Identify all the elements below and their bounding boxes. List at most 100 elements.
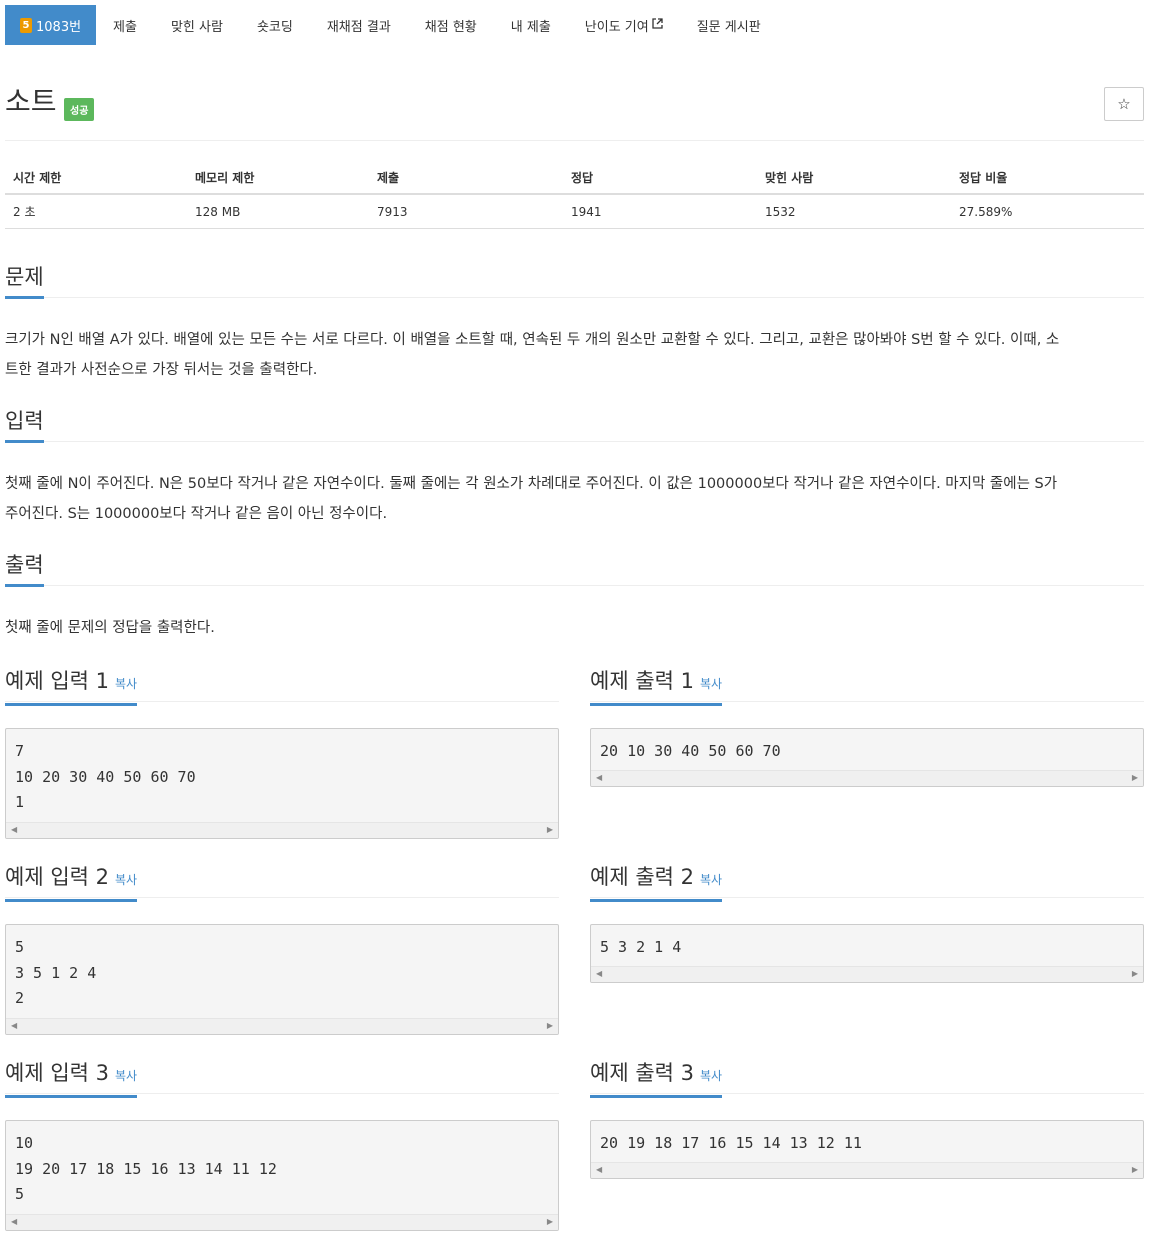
scroll-right-icon[interactable]: ▶ — [547, 1021, 553, 1030]
tab-status[interactable]: 채점 현황 — [408, 5, 494, 45]
horizontal-scrollbar[interactable]: ◀ ▶ — [591, 1162, 1143, 1178]
section-title: 문제 — [5, 262, 44, 299]
table-cell: 27.589% — [959, 204, 1013, 219]
table-header: 맞힌 사람 — [765, 171, 814, 185]
scroll-left-icon[interactable]: ◀ — [11, 1021, 17, 1030]
section-title: 출력 — [5, 550, 44, 587]
paragraph-line: 크기가 N인 배열 A가 있다. 배열에 있는 모든 수는 서로 다르다. 이 … — [5, 332, 1060, 348]
sample-title-text: 예제 입력 2 — [5, 865, 109, 889]
copy-button[interactable]: 복사 — [115, 677, 137, 691]
tab-rejudge[interactable]: 재채점 결과 — [310, 5, 408, 45]
scroll-left-icon[interactable]: ◀ — [596, 969, 602, 978]
sample-title: 예제 출력 2 복사 — [590, 862, 723, 902]
title-divider — [5, 140, 1144, 141]
table-header: 시간 제한 — [13, 171, 62, 185]
horizontal-scrollbar[interactable]: ◀ ▶ — [6, 1214, 558, 1230]
tab-board[interactable]: 질문 게시판 — [680, 5, 778, 45]
problem-tab-nav: 5 1083번 제출 맞힌 사람 숏코딩 재채점 결과 채점 현황 내 제출 난… — [5, 5, 778, 45]
tab-label: 1083번 — [36, 19, 82, 35]
sample-output-2-header: 예제 출력 2 복사 — [590, 862, 1144, 902]
table-cell: 2 초 — [13, 205, 36, 219]
tab-my-submissions[interactable]: 내 제출 — [494, 5, 568, 45]
tab-submit[interactable]: 제출 — [96, 5, 154, 45]
horizontal-scrollbar[interactable]: ◀ ▶ — [6, 822, 558, 838]
sample-input-2[interactable]: 5 3 5 1 2 4 2 ◀ ▶ — [5, 924, 559, 1035]
tab-short-coding[interactable]: 숏코딩 — [240, 5, 310, 45]
copy-button[interactable]: 복사 — [115, 1069, 137, 1083]
sample-title-text: 예제 입력 3 — [5, 1061, 109, 1085]
table-cell: 1941 — [571, 204, 602, 219]
tab-difficulty[interactable]: 난이도 기여 — [568, 5, 680, 45]
input-description: 첫째 줄에 N이 주어진다. N은 50보다 작거나 같은 자연수이다. 둘째 … — [5, 469, 1140, 529]
sample-title: 예제 입력 2 복사 — [5, 862, 138, 902]
horizontal-scrollbar[interactable]: ◀ ▶ — [591, 770, 1143, 786]
section-title: 입력 — [5, 406, 44, 443]
problem-description: 크기가 N인 배열 A가 있다. 배열에 있는 모든 수는 서로 다르다. 이 … — [5, 325, 1140, 385]
scroll-right-icon[interactable]: ▶ — [547, 1217, 553, 1226]
tab-label: 난이도 기여 — [584, 19, 649, 35]
tab-solved-users[interactable]: 맞힌 사람 — [154, 5, 240, 45]
scroll-right-icon[interactable]: ▶ — [1132, 773, 1138, 782]
table-header: 제출 — [377, 171, 400, 185]
external-link-icon — [652, 18, 663, 32]
paragraph-line: 첫째 줄에 문제의 정답을 출력한다. — [5, 620, 215, 636]
table-cell: 128 MB — [195, 204, 241, 219]
paragraph-line: 트한 결과가 사전순으로 가장 뒤서는 것을 출력한다. — [5, 362, 318, 378]
sample-title: 예제 출력 1 복사 — [590, 666, 723, 706]
sample-input-1[interactable]: 7 10 20 30 40 50 60 70 1 ◀ ▶ — [5, 728, 559, 839]
status-badge: 성공 — [64, 98, 95, 121]
input-section-header: 입력 — [5, 406, 1144, 443]
copy-button[interactable]: 복사 — [700, 677, 722, 691]
copy-button[interactable]: 복사 — [115, 873, 137, 887]
sample-title: 예제 입력 3 복사 — [5, 1058, 138, 1098]
tab-problem[interactable]: 5 1083번 — [5, 5, 97, 45]
sample-output-2[interactable]: 5 3 2 1 4 ◀ ▶ — [590, 924, 1144, 983]
table-header-row: 시간 제한 메모리 제한 제출 정답 맞힌 사람 정답 비율 — [5, 162, 1144, 195]
copy-button[interactable]: 복사 — [700, 873, 722, 887]
paragraph-line: 주어진다. S는 1000000보다 작거나 같은 음이 아닌 정수이다. — [5, 506, 388, 522]
sample-output-3[interactable]: 20 19 18 17 16 15 14 13 12 11 ◀ ▶ — [590, 1120, 1144, 1179]
sample-input-2-header: 예제 입력 2 복사 — [5, 862, 559, 902]
table-cell: 1532 — [765, 204, 796, 219]
sample-output-1-header: 예제 출력 1 복사 — [590, 666, 1144, 706]
paragraph-line: 첫째 줄에 N이 주어진다. N은 50보다 작거나 같은 자연수이다. 둘째 … — [5, 476, 1058, 492]
table-header: 정답 비율 — [959, 171, 1008, 185]
table-header: 정답 — [571, 171, 594, 185]
sample-input-3-header: 예제 입력 3 복사 — [5, 1058, 559, 1098]
horizontal-scrollbar[interactable]: ◀ ▶ — [591, 966, 1143, 982]
table-cell: 7913 — [377, 204, 408, 219]
sample-output-1[interactable]: 20 10 30 40 50 60 70 ◀ ▶ — [590, 728, 1144, 787]
sample-code: 7 10 20 30 40 50 60 70 1 — [15, 742, 196, 811]
scroll-right-icon[interactable]: ▶ — [547, 825, 553, 834]
favorite-star-button[interactable]: ☆ — [1104, 87, 1144, 121]
sample-title: 예제 입력 1 복사 — [5, 666, 138, 706]
scroll-right-icon[interactable]: ▶ — [1132, 969, 1138, 978]
output-section-header: 출력 — [5, 550, 1144, 587]
horizontal-scrollbar[interactable]: ◀ ▶ — [6, 1018, 558, 1034]
sample-title: 예제 출력 3 복사 — [590, 1058, 723, 1098]
sample-code: 20 19 18 17 16 15 14 13 12 11 — [600, 1134, 862, 1152]
copy-button[interactable]: 복사 — [700, 1069, 722, 1083]
output-description: 첫째 줄에 문제의 정답을 출력한다. — [5, 613, 1140, 643]
sample-code: 10 19 20 17 18 15 16 13 14 11 12 5 — [15, 1134, 277, 1203]
problem-section-header: 문제 — [5, 262, 1144, 299]
sample-input-3[interactable]: 10 19 20 17 18 15 16 13 14 11 12 5 ◀ ▶ — [5, 1120, 559, 1231]
problem-info-table: 시간 제한 메모리 제한 제출 정답 맞힌 사람 정답 비율 2 초 128 M… — [5, 162, 1144, 229]
scroll-left-icon[interactable]: ◀ — [11, 1217, 17, 1226]
title-row: 소트 성공 ☆ — [5, 84, 1144, 124]
sample-title-text: 예제 출력 3 — [590, 1061, 694, 1085]
sample-title-text: 예제 입력 1 — [5, 669, 109, 693]
scroll-left-icon[interactable]: ◀ — [596, 1165, 602, 1174]
tier-icon: 5 — [20, 17, 32, 33]
sample-code: 20 10 30 40 50 60 70 — [600, 742, 781, 760]
scroll-right-icon[interactable]: ▶ — [1132, 1165, 1138, 1174]
table-row: 2 초 128 MB 7913 1941 1532 27.589% — [5, 195, 1144, 229]
scroll-left-icon[interactable]: ◀ — [596, 773, 602, 782]
sample-title-text: 예제 출력 2 — [590, 865, 694, 889]
sample-output-3-header: 예제 출력 3 복사 — [590, 1058, 1144, 1098]
sample-input-1-header: 예제 입력 1 복사 — [5, 666, 559, 706]
page-title: 소트 — [5, 85, 57, 118]
sample-title-text: 예제 출력 1 — [590, 669, 694, 693]
star-icon: ☆ — [1117, 95, 1131, 113]
scroll-left-icon[interactable]: ◀ — [11, 825, 17, 834]
